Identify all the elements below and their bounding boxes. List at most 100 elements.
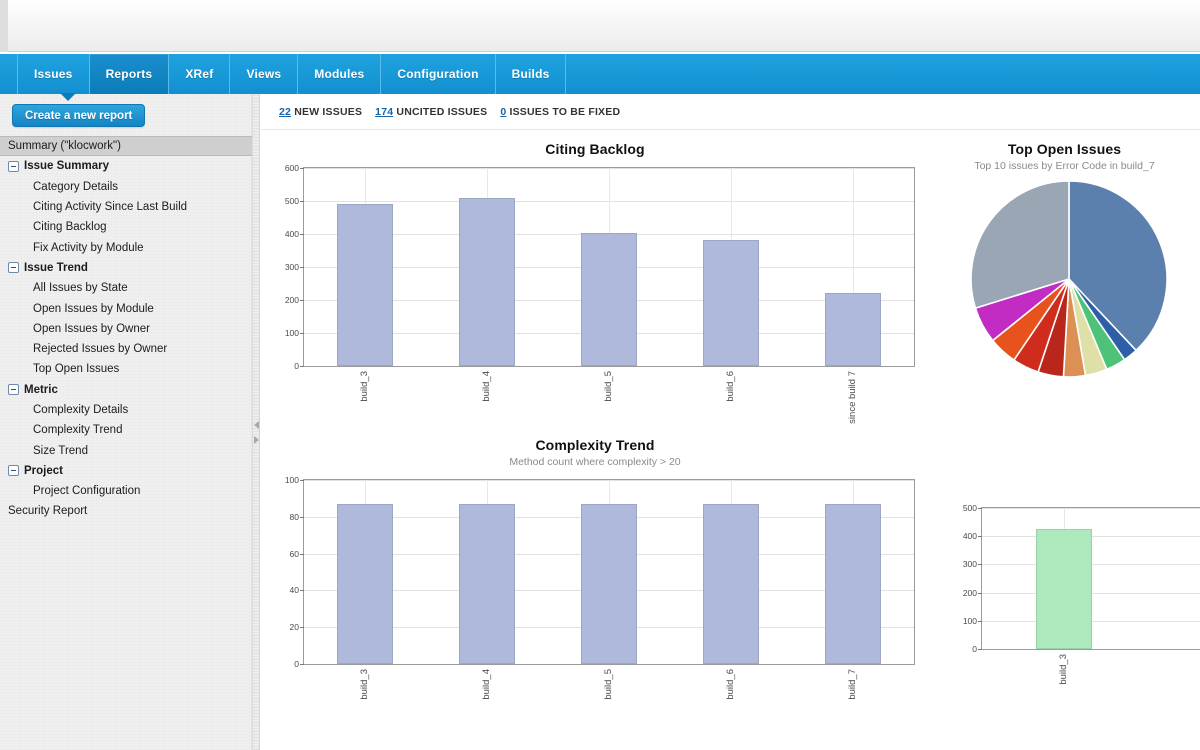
nav-tab-configuration[interactable]: Configuration — [381, 54, 495, 94]
nav-tab-label: Reports — [106, 67, 153, 81]
tree-item-label: Size Trend — [33, 445, 88, 457]
x-axis-tick-label: build_7 — [847, 669, 858, 700]
reports-content-area: 22 NEW ISSUES 174 UNCITED ISSUES 0 ISSUE… — [261, 94, 1200, 750]
y-axis-tick — [300, 590, 304, 591]
collapse-expander-icon[interactable] — [8, 262, 19, 273]
tree-item-metric[interactable]: Metric — [0, 380, 252, 400]
create-new-report-button[interactable]: Create a new report — [12, 104, 145, 127]
tree-item-label: Complexity Details — [33, 404, 128, 416]
y-axis-tick — [300, 168, 304, 169]
nav-tab-issues[interactable]: Issues — [18, 54, 90, 94]
bar-build-3-Complexity Trend[interactable] — [337, 504, 393, 664]
uncited-issues-group: 174 UNCITED ISSUES — [375, 106, 487, 118]
collapse-left-arrow-icon[interactable] — [254, 421, 259, 429]
y-axis-tick — [978, 508, 982, 509]
tree-item-rejected-issues-by-owner[interactable]: Rejected Issues by Owner — [0, 339, 252, 359]
y-gridline — [982, 508, 1200, 509]
y-axis-tick — [300, 517, 304, 518]
chart-size-trend-plot: 0100200300400500build_3build_4 — [981, 507, 1200, 650]
tree-item-label: Metric — [24, 384, 58, 396]
issues-to-be-fixed-label: ISSUES TO BE FIXED — [509, 106, 620, 118]
chart-size-trend: 0100200300400500build_3build_4 — [929, 427, 1200, 750]
nav-tab-partial[interactable] — [0, 54, 18, 94]
bar-build-5-Citing Backlog[interactable] — [581, 233, 637, 366]
bar-build-3-Citing Backlog[interactable] — [337, 204, 393, 366]
tree-item-category-details[interactable]: Category Details — [0, 177, 252, 197]
tree-item-complexity-details[interactable]: Complexity Details — [0, 400, 252, 420]
nav-tab-list: Issues Reports XRefViews Modules Configurati… — [0, 54, 1200, 94]
x-axis-tick-label: build_3 — [1058, 654, 1069, 685]
y-axis-tick-label: 200 — [285, 295, 299, 305]
issues-to-be-fixed-count[interactable]: 0 — [500, 106, 506, 118]
tree-item-label: Top Open Issues — [33, 363, 119, 375]
collapse-expander-icon[interactable] — [8, 465, 19, 476]
tree-item-issue-summary[interactable]: Issue Summary — [0, 156, 252, 176]
nav-tab-builds[interactable]: Builds — [496, 54, 567, 94]
y-axis-tick — [300, 366, 304, 367]
bar-build-5-Complexity Trend[interactable] — [581, 504, 637, 664]
tree-item-label: Category Details — [33, 181, 118, 193]
y-axis-tick — [300, 300, 304, 301]
bar-build-6-Complexity Trend[interactable] — [703, 504, 759, 664]
chart-citing-backlog-plot: 0100200300400500600build_3build_4build_5… — [303, 167, 915, 367]
tree-item-summary-klocwork[interactable]: Summary ("klocwork") — [0, 136, 252, 156]
tree-item-open-issues-by-module[interactable]: Open Issues by Module — [0, 298, 252, 318]
bar-since-build-7-Citing Backlog[interactable] — [825, 293, 881, 366]
tree-item-citing-backlog[interactable]: Citing Backlog — [0, 217, 252, 237]
tree-item-label: Rejected Issues by Owner — [33, 343, 167, 355]
y-axis-tick-label: 400 — [963, 531, 977, 541]
y-axis-tick — [978, 621, 982, 622]
new-issues-label: NEW ISSUES — [294, 106, 362, 118]
tree-item-issue-trend[interactable]: Issue Trend — [0, 258, 252, 278]
y-axis-tick — [978, 649, 982, 650]
tree-item-project-configuration[interactable]: Project Configuration — [0, 481, 252, 501]
y-axis-tick-label: 500 — [285, 196, 299, 206]
collapse-expander-icon[interactable] — [8, 161, 19, 172]
tree-item-top-open-issues[interactable]: Top Open Issues — [0, 359, 252, 379]
x-axis-tick-label: build_5 — [603, 371, 614, 402]
tree-item-label: Citing Activity Since Last Build — [33, 201, 187, 213]
nav-tab-reports[interactable]: Reports — [90, 54, 170, 94]
y-axis-tick-label: 100 — [285, 475, 299, 485]
tree-item-complexity-trend[interactable]: Complexity Trend — [0, 420, 252, 440]
chart-top-open-issues: Top Open Issues Top 10 issues by Error C… — [929, 131, 1200, 441]
tree-item-label: Fix Activity by Module — [33, 242, 144, 254]
bar-build-4-Citing Backlog[interactable] — [459, 198, 515, 366]
new-issues-count[interactable]: 22 — [279, 106, 291, 118]
tree-item-project[interactable]: Project — [0, 461, 252, 481]
nav-tab-label: Issues — [34, 67, 73, 81]
sidebar-splitter-handle[interactable] — [252, 94, 260, 750]
uncited-issues-count[interactable]: 174 — [375, 106, 393, 118]
chart-complexity-trend-subtitle: Method count where complexity > 20 — [261, 456, 929, 468]
application-window: Issues Reports XRefViews Modules Configurati… — [0, 0, 1200, 750]
y-axis-tick — [300, 267, 304, 268]
y-axis-tick — [978, 564, 982, 565]
y-axis-tick — [300, 480, 304, 481]
expand-right-arrow-icon[interactable] — [254, 436, 259, 444]
tree-item-size-trend[interactable]: Size Trend — [0, 440, 252, 460]
y-axis-tick — [300, 627, 304, 628]
tree-item-fix-activity-by-module[interactable]: Fix Activity by Module — [0, 237, 252, 257]
tree-item-label: Citing Backlog — [33, 221, 107, 233]
bar-build-6-Citing Backlog[interactable] — [703, 240, 759, 366]
y-axis-tick-label: 40 — [290, 585, 299, 595]
nav-tab-xref[interactable]: XRef — [169, 54, 230, 94]
tree-item-open-issues-by-owner[interactable]: Open Issues by Owner — [0, 319, 252, 339]
x-axis-tick-label: build_3 — [359, 371, 370, 402]
tree-item-citing-activity-since-last-build[interactable]: Citing Activity Since Last Build — [0, 197, 252, 217]
nav-tab-label: Modules — [314, 67, 364, 81]
y-axis-tick-label: 20 — [290, 622, 299, 632]
bar-build-7-Complexity Trend[interactable] — [825, 504, 881, 664]
nav-tab-modules[interactable]: Modules — [298, 54, 381, 94]
tree-item-security-report[interactable]: Security Report — [0, 501, 252, 521]
x-axis-tick-label: build_3 — [359, 669, 370, 700]
issues-to-be-fixed-group: 0 ISSUES TO BE FIXED — [500, 106, 620, 118]
tree-item-label: Open Issues by Owner — [33, 323, 150, 335]
nav-tab-views[interactable]: Views — [230, 54, 298, 94]
y-axis-tick-label: 80 — [290, 512, 299, 522]
tree-item-all-issues-by-state[interactable]: All Issues by State — [0, 278, 252, 298]
bar-build-3-green[interactable] — [1036, 529, 1092, 649]
bar-build-4-Complexity Trend[interactable] — [459, 504, 515, 664]
create-new-report-label: Create a new report — [25, 110, 132, 122]
collapse-expander-icon[interactable] — [8, 384, 19, 395]
